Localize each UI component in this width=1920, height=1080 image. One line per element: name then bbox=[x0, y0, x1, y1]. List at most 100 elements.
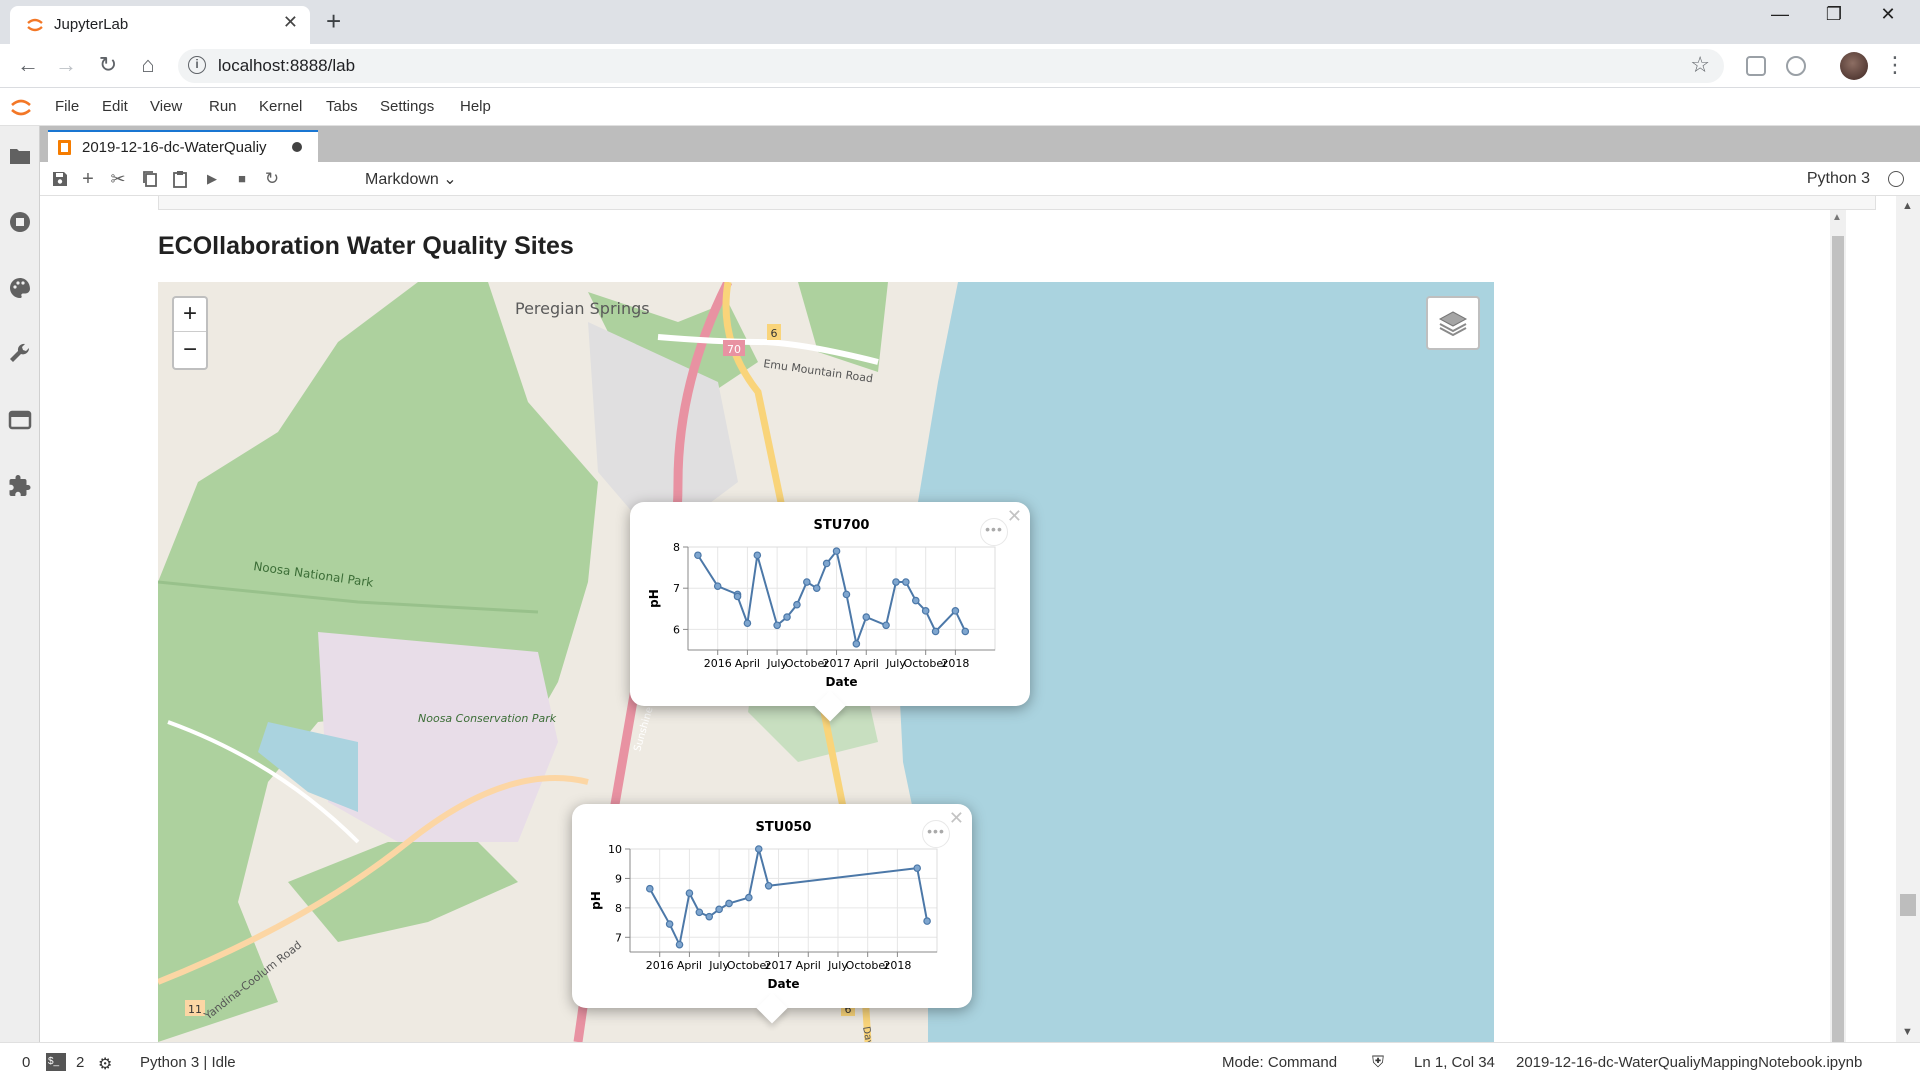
data-point bbox=[951, 607, 960, 615]
plot-frame bbox=[687, 546, 996, 651]
panel-scroll-down-icon[interactable]: ▼ bbox=[1902, 1026, 1913, 1038]
panel-scroll-thumb[interactable] bbox=[1900, 894, 1916, 916]
bookmark-star-icon[interactable]: ☆ bbox=[1690, 52, 1710, 78]
minimize-icon[interactable]: — bbox=[1750, 4, 1810, 25]
notebook-scroll-thumb[interactable] bbox=[1832, 236, 1844, 1042]
kernel-state[interactable]: Python 3 | Idle bbox=[140, 1054, 236, 1071]
wrench-icon[interactable] bbox=[8, 342, 32, 366]
terminal-count[interactable]: 0 bbox=[22, 1054, 30, 1071]
browser-tab[interactable]: JupyterLab ✕ bbox=[10, 6, 310, 44]
data-point bbox=[923, 917, 931, 925]
kernel-count[interactable]: 2 bbox=[76, 1054, 84, 1071]
data-point bbox=[725, 899, 733, 908]
david-low-way-label: Dav bbox=[860, 1026, 874, 1042]
data-point bbox=[764, 881, 773, 890]
x-tick-label: 2018 bbox=[941, 657, 969, 670]
unsaved-dot-icon[interactable] bbox=[292, 142, 302, 152]
back-icon[interactable]: ← bbox=[14, 52, 42, 78]
data-point bbox=[773, 621, 781, 630]
zoom-out-button[interactable]: − bbox=[174, 334, 206, 368]
browser-tab-strip: JupyterLab ✕ + — ❐ ✕ bbox=[0, 0, 1920, 44]
save-icon[interactable] bbox=[50, 169, 70, 189]
cell-type-dropdown[interactable]: Markdown ⌄ bbox=[365, 169, 457, 189]
data-point bbox=[852, 640, 861, 648]
main-dock-area: 2019-12-16-dc-WaterQualiy + ✂ ▶ ■ ↻ Mark… bbox=[40, 126, 1920, 1042]
layers-control[interactable] bbox=[1426, 296, 1480, 350]
y-axis-label: pH bbox=[589, 891, 603, 910]
notebook-tab[interactable]: 2019-12-16-dc-WaterQualiy bbox=[48, 130, 318, 162]
cut-icon[interactable]: ✂ bbox=[108, 169, 128, 189]
x-tick-label: April bbox=[677, 959, 702, 972]
x-tick-label: 2017 bbox=[823, 657, 851, 670]
palette-icon[interactable] bbox=[8, 276, 32, 300]
copy-icon[interactable] bbox=[140, 169, 160, 189]
home-icon[interactable]: ⌂ bbox=[134, 52, 162, 78]
scroll-up-icon[interactable]: ▲ bbox=[1832, 212, 1842, 223]
data-point bbox=[694, 551, 702, 560]
menu-run[interactable]: Run bbox=[209, 98, 237, 115]
restart-kernel-icon[interactable]: ↻ bbox=[262, 169, 282, 189]
browser-tab-close-icon[interactable]: ✕ bbox=[283, 12, 298, 33]
add-cell-icon[interactable]: + bbox=[78, 169, 98, 189]
stop-icon[interactable]: ■ bbox=[232, 169, 252, 189]
data-point bbox=[862, 613, 871, 621]
file-path[interactable]: 2019-12-16-dc-WaterQualiyMappingNotebook… bbox=[1516, 1054, 1862, 1071]
y-tick-label: 10 bbox=[608, 843, 622, 856]
tabs-icon[interactable] bbox=[8, 408, 32, 432]
chrome-menu-icon[interactable]: ⋮ bbox=[1884, 52, 1906, 78]
data-point bbox=[783, 613, 791, 621]
restore-icon[interactable]: ❐ bbox=[1804, 4, 1864, 25]
address-bar[interactable]: i localhost:8888/lab ☆ bbox=[178, 49, 1724, 83]
zoom-in-button[interactable]: + bbox=[174, 298, 206, 332]
data-point bbox=[733, 592, 742, 601]
extension-manager-icon[interactable] bbox=[8, 474, 32, 498]
trusted-shield-icon[interactable]: ⛨ bbox=[1372, 1054, 1384, 1072]
layers-icon bbox=[1438, 311, 1468, 337]
notebook-toolbar: + ✂ ▶ ■ ↻ Markdown ⌄ Python 3 bbox=[40, 162, 1920, 196]
left-sidebar bbox=[0, 126, 40, 1042]
forward-icon[interactable]: → bbox=[52, 52, 80, 78]
markdown-heading: ECOllaboration Water Quality Sites bbox=[158, 232, 574, 260]
data-point bbox=[675, 940, 684, 949]
paste-icon[interactable] bbox=[170, 169, 190, 189]
cursor-position[interactable]: Ln 1, Col 34 bbox=[1414, 1054, 1495, 1071]
run-icon[interactable]: ▶ bbox=[202, 169, 222, 189]
menu-tabs[interactable]: Tabs bbox=[326, 98, 358, 115]
menu-edit[interactable]: Edit bbox=[102, 98, 128, 115]
profile-avatar[interactable] bbox=[1840, 52, 1868, 80]
new-tab-button[interactable]: + bbox=[326, 6, 341, 37]
data-point bbox=[713, 582, 722, 590]
panel-scroll-up-icon[interactable]: ▲ bbox=[1902, 200, 1913, 212]
kernel-sessions-icon: ⚙ bbox=[98, 1056, 113, 1073]
cloud-extension-icon[interactable] bbox=[1786, 56, 1806, 76]
notebook-tab-label: 2019-12-16-dc-WaterQualiy bbox=[82, 139, 267, 156]
data-point bbox=[646, 884, 654, 893]
menu-view[interactable]: View bbox=[150, 98, 182, 115]
data-point bbox=[743, 619, 752, 628]
x-axis-label: Date bbox=[826, 675, 858, 689]
data-point bbox=[745, 893, 753, 902]
leaflet-map[interactable]: 70 6 11 11 6 Peregian Springs Emu Mounta… bbox=[158, 282, 1494, 1042]
menu-settings[interactable]: Settings bbox=[380, 98, 434, 115]
kernel-name[interactable]: Python 3 bbox=[1807, 170, 1870, 188]
reload-icon[interactable]: ↻ bbox=[94, 52, 122, 78]
data-point bbox=[921, 607, 930, 615]
window-close-icon[interactable]: ✕ bbox=[1858, 4, 1918, 25]
menu-kernel[interactable]: Kernel bbox=[259, 98, 302, 115]
data-point bbox=[892, 578, 900, 586]
notebook-panel: ECOllaboration Water Quality Sites 70 6 … bbox=[40, 196, 1920, 1042]
running-sessions-icon[interactable] bbox=[8, 210, 32, 234]
chart-stu050: 2016 April JulyOctober2017 April JulyOctober… bbox=[589, 820, 938, 991]
document-tab-bar: 2019-12-16-dc-WaterQualiy bbox=[40, 126, 1920, 162]
data-point bbox=[793, 600, 801, 609]
menu-file[interactable]: File bbox=[55, 98, 79, 115]
extension-icon[interactable] bbox=[1746, 56, 1766, 76]
y-tick-label: 7 bbox=[615, 931, 622, 944]
x-tick-label: April bbox=[735, 657, 760, 670]
site-info-icon[interactable]: i bbox=[188, 56, 206, 74]
menu-help[interactable]: Help bbox=[460, 98, 491, 115]
data-point bbox=[832, 547, 841, 555]
data-point bbox=[695, 908, 704, 917]
data-point bbox=[961, 627, 970, 636]
folder-icon[interactable] bbox=[8, 144, 32, 168]
